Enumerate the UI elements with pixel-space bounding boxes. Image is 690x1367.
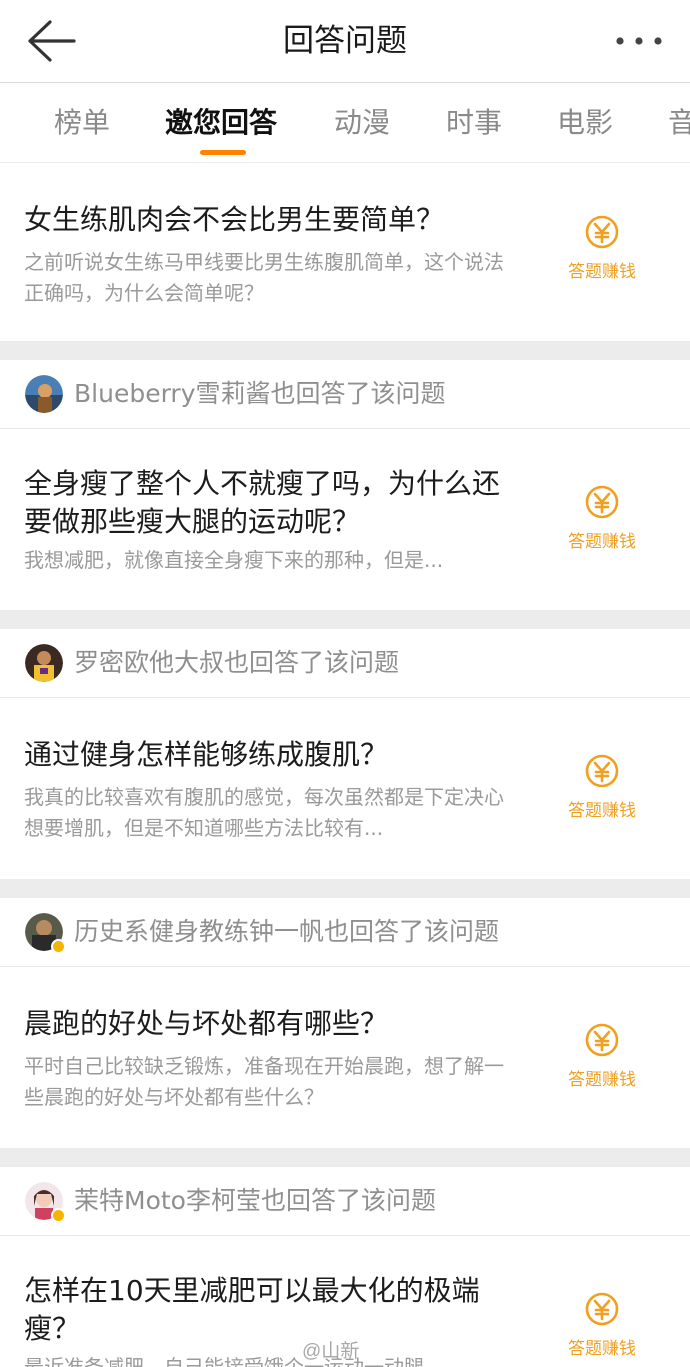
yuan-coin-icon xyxy=(585,1023,619,1057)
avatar[interactable] xyxy=(25,913,66,954)
more-options-icon[interactable] xyxy=(614,28,664,54)
tab-ranking[interactable]: 榜单 xyxy=(54,83,110,162)
question-description: 我想减肥，就像直接全身瘦下来的那种，但是... xyxy=(24,548,444,572)
also-answered-text: 茉特Moto李柯莹也回答了该问题 xyxy=(74,1186,436,1215)
active-tab-indicator xyxy=(200,150,246,155)
also-answered-row[interactable]: 茉特Moto李柯莹也回答了该问题 xyxy=(0,1167,690,1236)
section-gap xyxy=(0,610,690,629)
question-title: 怎样在10天里减肥可以最大化的极端瘦？ xyxy=(24,1274,480,1345)
also-answered-text: Blueberry雪莉酱也回答了该问题 xyxy=(74,379,446,408)
top-bar: 回答问题 xyxy=(0,0,690,83)
avatar[interactable] xyxy=(25,375,63,413)
category-tabs: 榜单 邀您回答 动漫 时事 电影 音 xyxy=(0,83,690,162)
weibo-watermark: @山新 xyxy=(302,1341,360,1362)
question-title: 通过健身怎样能够练成腹肌？ xyxy=(24,738,389,771)
earn-money-button[interactable]: 答题赚钱 xyxy=(560,754,644,824)
avatar[interactable] xyxy=(25,1182,66,1223)
question-description: 平时自己比较缺乏锻炼，准备现在开始晨跑，想了解一些晨跑的好处与坏处都有些什么？ xyxy=(24,1054,504,1109)
also-answered-row[interactable]: 罗密欧他大叔也回答了该问题 xyxy=(0,629,690,698)
yuan-coin-icon xyxy=(585,485,619,519)
earn-money-button[interactable]: 答题赚钱 xyxy=(560,215,644,285)
verified-badge-icon xyxy=(51,1208,66,1223)
yuan-coin-icon xyxy=(585,215,619,249)
section-gap xyxy=(0,1148,690,1167)
also-answered-row[interactable]: Blueberry雪莉酱也回答了该问题 xyxy=(0,360,690,429)
also-answered-row[interactable]: 历史系健身教练钟一帆也回答了该问题 xyxy=(0,898,690,967)
earn-money-label: 答题赚钱 xyxy=(568,532,636,552)
section-gap xyxy=(0,879,690,898)
earn-money-label: 答题赚钱 xyxy=(568,1339,636,1359)
question-title: 女生练肌肉会不会比男生要简单？ xyxy=(24,203,445,236)
tab-music[interactable]: 音 xyxy=(668,83,690,162)
earn-money-label: 答题赚钱 xyxy=(568,262,636,282)
earn-money-button[interactable]: 答题赚钱 xyxy=(560,1292,644,1362)
tab-current-events[interactable]: 时事 xyxy=(446,83,502,162)
question-description: 之前听说女生练马甲线要比男生练腹肌简单，这个说法正确吗，为什么会简单呢？ xyxy=(24,250,504,305)
tab-anime[interactable]: 动漫 xyxy=(334,83,390,162)
question-card[interactable]: 晨跑的好处与坏处都有哪些？ 平时自己比较缺乏锻炼，准备现在开始晨跑，想了解一些晨… xyxy=(0,967,690,1148)
question-card[interactable]: 通过健身怎样能够练成腹肌？ 我真的比较喜欢有腹肌的感觉，每次虽然都是下定决心想要… xyxy=(0,698,690,879)
earn-money-button[interactable]: 答题赚钱 xyxy=(560,485,644,555)
tab-movies[interactable]: 电影 xyxy=(557,83,613,162)
page-title: 回答问题 xyxy=(283,23,407,59)
question-card[interactable]: 女生练肌肉会不会比男生要简单？ 之前听说女生练马甲线要比男生练腹肌简单，这个说法… xyxy=(0,163,690,341)
yuan-coin-icon xyxy=(585,1292,619,1326)
also-answered-text: 罗密欧他大叔也回答了该问题 xyxy=(74,648,400,677)
question-title: 全身瘦了整个人不就瘦了吗，为什么还要做那些瘦大腿的运动呢？ xyxy=(24,467,501,538)
section-gap xyxy=(0,341,690,360)
also-answered-text: 历史系健身教练钟一帆也回答了该问题 xyxy=(74,917,500,946)
yuan-coin-icon xyxy=(585,754,619,788)
avatar[interactable] xyxy=(25,644,63,682)
question-description: 我真的比较喜欢有腹肌的感觉，每次虽然都是下定决心想要增肌，但是不知道哪些方法比较… xyxy=(24,785,504,840)
earn-money-button[interactable]: 答题赚钱 xyxy=(560,1023,644,1093)
question-title: 晨跑的好处与坏处都有哪些？ xyxy=(24,1007,389,1040)
verified-badge-icon xyxy=(51,939,66,954)
question-card[interactable]: 全身瘦了整个人不就瘦了吗，为什么还要做那些瘦大腿的运动呢？ 我想减肥，就像直接全… xyxy=(0,429,690,610)
earn-money-label: 答题赚钱 xyxy=(568,801,636,821)
question-description: 最近准备减肥，自己能接受饿个一运动一动腿 xyxy=(24,1355,424,1367)
earn-money-label: 答题赚钱 xyxy=(568,1070,636,1090)
